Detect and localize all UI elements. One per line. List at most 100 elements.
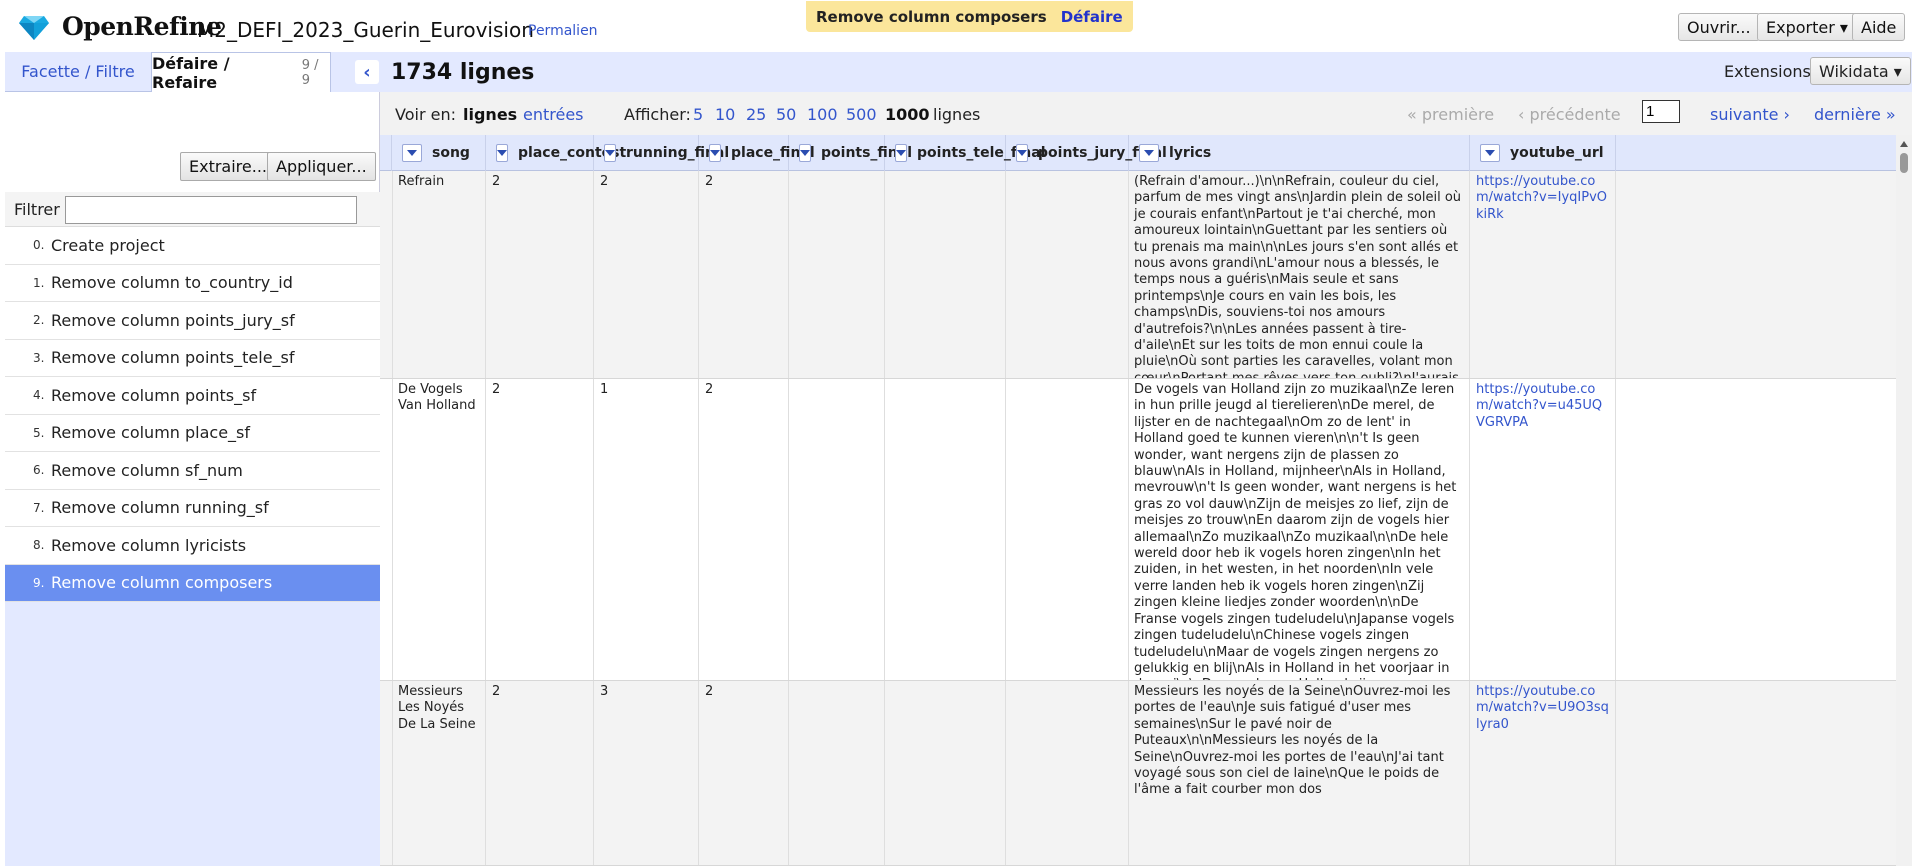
view-records-option[interactable]: entrées: [523, 105, 584, 124]
cell-place-final[interactable]: 2: [699, 681, 789, 865]
page-size-50[interactable]: 50: [776, 105, 796, 124]
previous-page-link[interactable]: ‹ précédente: [1518, 105, 1621, 124]
collapse-panel-icon[interactable]: ‹: [355, 60, 379, 84]
last-page-link[interactable]: dernière »: [1814, 105, 1896, 124]
cell-points-jury-final[interactable]: [1006, 681, 1129, 865]
help-button[interactable]: Aide: [1852, 13, 1906, 41]
history-item[interactable]: 1. Remove column to_country_id: [5, 264, 380, 302]
cell-lyrics[interactable]: (Refrain d'amour...)\n\nRefrain, couleur…: [1129, 171, 1470, 378]
cell-place-contest[interactable]: 2: [486, 681, 594, 865]
cell-points-tele-final[interactable]: [885, 171, 1006, 378]
open-button[interactable]: Ouvrir...: [1678, 13, 1760, 41]
cell-place-final[interactable]: 2: [699, 171, 789, 378]
page-size-10[interactable]: 10: [715, 105, 735, 124]
cell-place-contest[interactable]: 2: [486, 171, 594, 378]
cell-song[interactable]: Messieurs Les Noyés De La Seine: [392, 681, 486, 865]
history-item[interactable]: 2. Remove column points_jury_sf: [5, 302, 380, 340]
history-item[interactable]: 6. Remove column sf_num: [5, 452, 380, 490]
column-menu-dropdown-icon[interactable]: [1016, 144, 1028, 162]
cell-place-contest[interactable]: 2: [486, 379, 594, 680]
column-header-points-jury-final[interactable]: points_jury_final: [1006, 135, 1167, 171]
history-item[interactable]: 9. Remove column composers: [5, 564, 380, 602]
column-menu-dropdown-icon[interactable]: [1139, 144, 1159, 162]
cell-points-jury-final[interactable]: [1006, 171, 1129, 378]
cell-youtube-url[interactable]: https://youtube.com/watch?v=IyqIPvOkiRk: [1470, 171, 1616, 378]
cell-lyrics[interactable]: Messieurs les noyés de la Seine\nOuvrez-…: [1129, 681, 1470, 865]
project-name[interactable]: M2_DEFI_2023_Guerin_Eurovision: [197, 18, 534, 42]
history-item[interactable]: 7. Remove column running_sf: [5, 489, 380, 527]
tab-undo-redo[interactable]: Défaire / Refaire 9 / 9: [151, 52, 331, 92]
history-item-label: Remove column lyricists: [51, 535, 247, 555]
column-menu-dropdown-icon[interactable]: [709, 144, 721, 162]
cell-lyrics[interactable]: De vogels van Holland zijn zo muzikaal\n…: [1129, 379, 1470, 680]
history-item[interactable]: 3. Remove column points_tele_sf: [5, 339, 380, 377]
scroll-up-icon[interactable]: [1900, 141, 1908, 147]
history-filter-input[interactable]: [65, 196, 357, 224]
data-panel: 1734 lignes Extensions Wikidata ▾ Voir e…: [380, 52, 1912, 866]
wikidata-button[interactable]: Wikidata ▾: [1810, 57, 1911, 85]
history-item[interactable]: 5. Remove column place_sf: [5, 414, 380, 452]
cell-running-final[interactable]: 1: [594, 379, 699, 680]
page-number-input[interactable]: [1642, 100, 1680, 123]
column-menu-dropdown-icon[interactable]: [402, 144, 422, 162]
column-header-running-final[interactable]: running_final: [594, 135, 729, 171]
grid-scrollbar[interactable]: [1896, 135, 1912, 866]
view-rows-option[interactable]: lignes: [463, 105, 517, 124]
cell-youtube-url[interactable]: https://youtube.com/watch?v=u45UQVGRVPA: [1470, 379, 1616, 680]
cell-points-final[interactable]: [789, 681, 885, 865]
cell-points-final[interactable]: [789, 171, 885, 378]
column-header-place-contest[interactable]: place_contest: [486, 135, 626, 171]
table-row: De Vogels Van Holland 2 1 2 De vogels van Ho…: [380, 379, 1896, 681]
openrefine-diamond-icon[interactable]: [18, 15, 50, 41]
tab-facet-filter[interactable]: Facette / Filtre: [5, 52, 151, 92]
column-menu-dropdown-icon[interactable]: [604, 144, 616, 162]
history-item[interactable]: 0. Create project: [5, 227, 380, 265]
cell-song[interactable]: De Vogels Van Holland: [392, 379, 486, 680]
column-menu-dropdown-icon[interactable]: [895, 144, 907, 162]
column-menu-dropdown-icon[interactable]: [1480, 144, 1500, 162]
page-size-5[interactable]: 5: [693, 105, 703, 124]
cell-song[interactable]: Refrain: [392, 171, 486, 378]
notification-undo-link[interactable]: Défaire: [1061, 8, 1123, 26]
cell-youtube-url[interactable]: https://youtube.com/watch?v=U9O3sqlyra0: [1470, 681, 1616, 865]
export-button[interactable]: Exporter ▾: [1757, 13, 1857, 41]
cell-place-final[interactable]: 2: [699, 379, 789, 680]
history-item[interactable]: 4. Remove column points_sf: [5, 377, 380, 415]
table-row: Messieurs Les Noyés De La Seine 2 3 2 Messie…: [380, 681, 1896, 866]
column-header-lyrics[interactable]: lyrics: [1129, 135, 1470, 171]
permalink-link[interactable]: Permalien: [528, 23, 598, 39]
next-page-link[interactable]: suivante ›: [1710, 105, 1790, 124]
cell-points-final[interactable]: [789, 379, 885, 680]
column-header-song[interactable]: song: [392, 135, 486, 171]
youtube-url-link[interactable]: https://youtube.com/watch?v=U9O3sqlyra0: [1476, 684, 1609, 732]
apply-button[interactable]: Appliquer...: [267, 152, 376, 181]
history-item-label: Remove column place_sf: [51, 423, 251, 443]
row-selector-header: [380, 135, 392, 171]
cell-points-tele-final[interactable]: [885, 379, 1006, 680]
view-options-bar: Voir en: lignes entrées Afficher: 5 10 2…: [380, 92, 1912, 135]
column-header-place-final[interactable]: place_final: [699, 135, 815, 171]
cell-running-final[interactable]: 2: [594, 171, 699, 378]
column-header-points-final[interactable]: points_final: [789, 135, 912, 171]
data-grid: song place_contest running_final place_fina…: [380, 135, 1896, 866]
column-menu-dropdown-icon[interactable]: [496, 144, 508, 162]
scroll-thumb[interactable]: [1900, 153, 1908, 173]
youtube-url-link[interactable]: https://youtube.com/watch?v=u45UQVGRVPA: [1476, 382, 1602, 430]
column-menu-dropdown-icon[interactable]: [799, 144, 811, 162]
extract-button[interactable]: Extraire...: [180, 152, 277, 181]
show-label: Afficher:: [624, 105, 691, 124]
page-size-100[interactable]: 100: [807, 105, 838, 124]
extensions-label: Extensions: [1724, 62, 1811, 81]
filter-label: Filtrer: [14, 200, 60, 219]
column-header-points-tele-final[interactable]: points_tele_final: [885, 135, 1046, 171]
column-header-youtube-url[interactable]: youtube_url: [1470, 135, 1616, 171]
cell-running-final[interactable]: 3: [594, 681, 699, 865]
page-size-500[interactable]: 500: [846, 105, 877, 124]
history-item[interactable]: 8. Remove column lyricists: [5, 527, 380, 565]
youtube-url-link[interactable]: https://youtube.com/watch?v=IyqIPvOkiRk: [1476, 174, 1607, 222]
cell-points-jury-final[interactable]: [1006, 379, 1129, 680]
page-size-25[interactable]: 25: [746, 105, 766, 124]
cell-points-tele-final[interactable]: [885, 681, 1006, 865]
first-page-link[interactable]: « première: [1407, 105, 1494, 124]
history-item-number: 4.: [33, 388, 45, 403]
